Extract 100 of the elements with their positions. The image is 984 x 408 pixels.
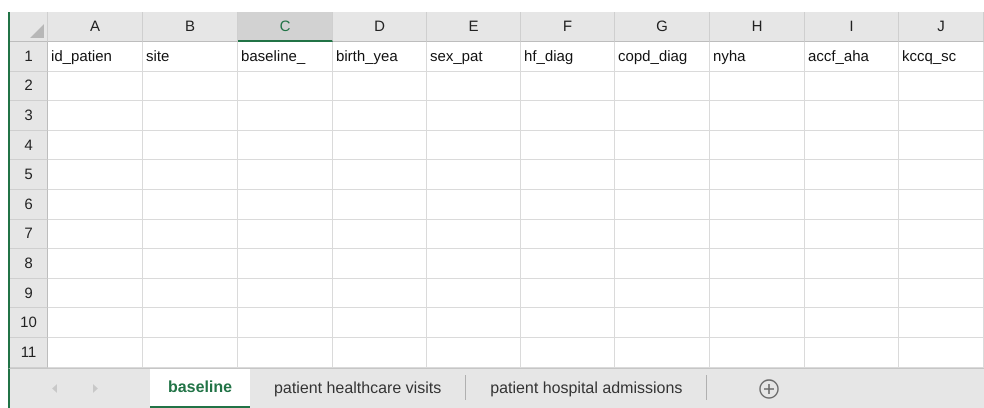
table-cell[interactable] [238,220,333,250]
table-cell[interactable] [710,220,805,250]
table-cell[interactable] [143,220,238,250]
table-cell[interactable] [143,249,238,279]
table-cell[interactable] [521,130,615,160]
table-cell[interactable] [48,220,143,250]
table-cell[interactable] [333,190,427,220]
table-cell[interactable] [333,220,427,250]
scroll-right-icon[interactable] [92,384,98,393]
table-cell[interactable] [615,160,710,190]
table-cell[interactable] [143,160,238,190]
table-cell[interactable] [427,249,521,279]
table-cell[interactable] [333,308,427,338]
table-cell[interactable] [238,190,333,220]
table-cell[interactable] [48,130,143,160]
table-cell[interactable] [899,72,984,102]
table-cell[interactable] [48,101,143,131]
table-cell[interactable] [805,220,899,250]
table-cell[interactable] [615,249,710,279]
table-cell[interactable] [521,101,615,131]
table-cell[interactable] [710,278,805,308]
table-cell[interactable] [805,249,899,279]
column-header[interactable]: E [427,12,521,42]
row-header[interactable]: 4 [10,130,48,160]
sheet-tab[interactable]: patient hospital admissions [466,369,706,408]
table-cell[interactable] [143,72,238,102]
table-cell[interactable] [521,72,615,102]
table-cell[interactable] [427,130,521,160]
table-cell[interactable] [333,160,427,190]
table-cell[interactable] [521,160,615,190]
scroll-left-icon[interactable] [52,384,58,393]
table-cell[interactable]: copd_diag [615,42,710,72]
table-cell[interactable] [238,249,333,279]
table-cell[interactable] [899,190,984,220]
table-cell[interactable]: id_patien [48,42,143,72]
column-header[interactable]: A [48,12,143,42]
table-cell[interactable] [899,278,984,308]
table-cell[interactable] [710,190,805,220]
table-cell[interactable] [899,220,984,250]
table-cell[interactable] [710,101,805,131]
column-header[interactable]: I [805,12,899,42]
table-cell[interactable] [333,278,427,308]
table-cell[interactable] [427,72,521,102]
table-cell[interactable] [521,278,615,308]
table-cell[interactable] [427,190,521,220]
row-header[interactable]: 2 [10,72,48,102]
table-cell[interactable]: hf_diag [521,42,615,72]
table-cell[interactable] [710,249,805,279]
table-cell[interactable]: birth_yea [333,42,427,72]
table-cell[interactable] [143,130,238,160]
table-cell[interactable] [48,308,143,338]
table-cell[interactable]: sex_pat [427,42,521,72]
table-cell[interactable]: site [143,42,238,72]
row-header[interactable]: 7 [10,220,48,250]
table-cell[interactable] [48,278,143,308]
table-cell[interactable] [805,72,899,102]
table-cell[interactable] [710,308,805,338]
table-cell[interactable] [805,101,899,131]
table-cell[interactable] [899,249,984,279]
table-cell[interactable] [710,130,805,160]
select-all-icon[interactable] [30,24,44,38]
table-cell[interactable] [333,101,427,131]
table-cell[interactable] [521,220,615,250]
row-header[interactable]: 3 [10,101,48,131]
table-cell[interactable] [333,249,427,279]
sheet-tab[interactable]: patient healthcare visits [250,369,466,408]
table-cell[interactable] [710,160,805,190]
table-cell[interactable] [238,130,333,160]
table-cell[interactable] [805,278,899,308]
row-header[interactable]: 11 [10,338,48,368]
table-cell[interactable] [615,308,710,338]
column-header[interactable]: H [710,12,805,42]
table-cell[interactable] [238,72,333,102]
table-cell[interactable] [615,190,710,220]
table-cell[interactable] [615,278,710,308]
column-header[interactable]: F [521,12,615,42]
table-cell[interactable] [143,278,238,308]
column-header[interactable]: G [615,12,710,42]
table-cell[interactable] [899,130,984,160]
column-header[interactable]: C [238,12,333,42]
row-header[interactable]: 8 [10,249,48,279]
table-cell[interactable]: accf_aha [805,42,899,72]
table-cell[interactable] [615,130,710,160]
table-cell[interactable] [427,220,521,250]
table-cell[interactable] [615,101,710,131]
add-sheet-icon[interactable] [759,378,780,398]
row-header[interactable]: 1 [10,42,48,72]
table-cell[interactable] [143,101,238,131]
sheet-tab[interactable]: baseline [150,369,250,408]
table-cell[interactable] [805,130,899,160]
table-cell[interactable] [805,308,899,338]
table-cell[interactable] [48,190,143,220]
table-cell[interactable] [521,308,615,338]
row-header[interactable]: 6 [10,190,48,220]
table-cell[interactable] [427,308,521,338]
row-header[interactable]: 10 [10,308,48,338]
table-cell[interactable] [899,160,984,190]
table-cell[interactable] [899,308,984,338]
column-header[interactable]: J [899,12,984,42]
table-cell[interactable]: baseline_ [238,42,333,72]
